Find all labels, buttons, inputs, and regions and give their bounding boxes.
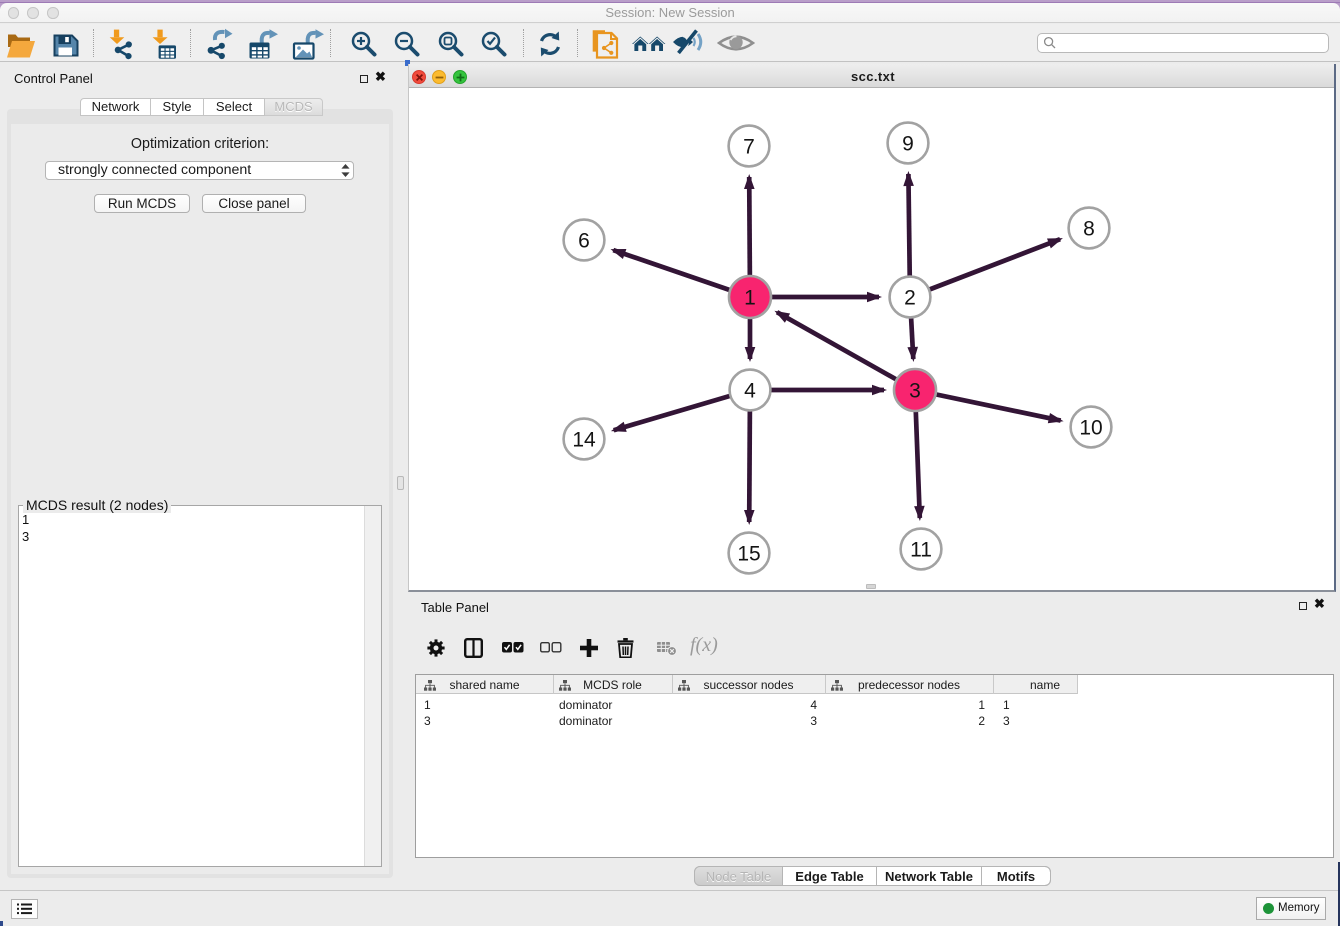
svg-text:7: 7 — [743, 136, 755, 159]
svg-text:10: 10 — [1079, 417, 1102, 440]
svg-text:6: 6 — [578, 230, 590, 253]
svg-text:2: 2 — [904, 287, 916, 310]
svg-text:4: 4 — [744, 380, 756, 403]
svg-text:3: 3 — [909, 380, 921, 403]
svg-text:11: 11 — [910, 539, 932, 562]
svg-text:8: 8 — [1083, 218, 1095, 241]
svg-text:15: 15 — [737, 543, 760, 566]
svg-text:14: 14 — [572, 429, 596, 452]
svg-text:1: 1 — [744, 287, 756, 310]
svg-text:9: 9 — [902, 133, 914, 156]
